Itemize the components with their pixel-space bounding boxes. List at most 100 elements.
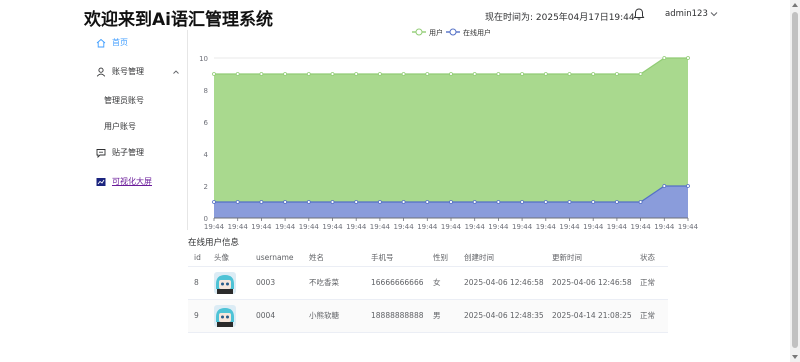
column-header: id	[188, 249, 208, 267]
data-point	[520, 72, 525, 76]
column-header: 头像	[208, 249, 250, 267]
x-tick-label: 19:44	[346, 223, 367, 231]
sidebar-item-dashboard[interactable]: 可视化大屏	[96, 176, 152, 187]
avatar	[214, 271, 236, 294]
area-chart: 用户 在线用户 0246810 19:44 19:44 19:44 19:44 19:44…	[199, 28, 699, 231]
sidebar-item-admin-accounts[interactable]: 管理员账号	[104, 95, 144, 106]
data-point	[472, 72, 477, 76]
scrollbar-thumb[interactable]	[792, 12, 798, 348]
data-point	[425, 72, 430, 76]
chevron-up-icon[interactable]	[172, 68, 180, 76]
data-point	[235, 200, 240, 204]
cell-created: 2025-04-06 12:46:58	[458, 266, 546, 300]
table-row: 9 0004 小熊软糖 18888888888 男 2025-04-06 12:…	[188, 299, 668, 333]
chart-axis: 19:44 19:44 19:44 19:44 19:44 19:44 19:44 19:44…	[204, 217, 699, 231]
online-users-table: id 头像 username 姓名 手机号 性别 创建时间 更新时间 状态 8	[188, 249, 668, 333]
cell-id: 9	[188, 299, 208, 333]
data-point	[614, 200, 619, 204]
column-header: 手机号	[365, 249, 427, 267]
cell-updated: 2025-04-14 21:08:25	[546, 299, 634, 333]
x-tick-label: 19:44	[607, 223, 628, 231]
sidebar-item-user-accounts[interactable]: 用户账号	[104, 121, 136, 132]
data-point	[638, 72, 643, 76]
user-menu[interactable]: admin123	[665, 9, 718, 19]
cell-name: 小熊软糖	[303, 299, 365, 333]
chevron-down-icon	[710, 12, 718, 17]
sidebar-item-label: 首页	[112, 38, 128, 47]
x-tick-label: 19:44	[583, 223, 604, 231]
series-area	[214, 58, 688, 218]
x-tick-label: 19:44	[631, 223, 652, 231]
sidebar-item-label: 可视化大屏	[112, 177, 152, 186]
x-tick-label: 19:44	[204, 223, 225, 231]
data-point	[543, 72, 548, 76]
data-point	[496, 72, 501, 76]
data-point	[235, 72, 240, 76]
data-point	[567, 200, 572, 204]
column-header: 状态	[634, 249, 668, 267]
y-tick-label: 4	[204, 151, 209, 159]
data-point	[449, 72, 453, 76]
data-point	[591, 72, 596, 76]
scroll-down-arrow-icon[interactable]	[792, 355, 798, 359]
cell-updated: 2025-04-06 12:46:58	[546, 266, 634, 300]
data-point	[543, 200, 548, 204]
series-line	[214, 57, 688, 75]
online-users-title: 在线用户信息	[188, 238, 240, 248]
y-tick-label: 10	[199, 55, 208, 63]
y-tick-label: 2	[204, 183, 208, 191]
home-icon	[96, 38, 106, 47]
cell-name: 不吃香菜	[303, 266, 365, 300]
column-header: 性别	[427, 249, 458, 267]
y-tick-label: 0	[204, 215, 208, 223]
data-point	[259, 72, 264, 76]
username: admin123	[665, 9, 708, 19]
legend-marker	[415, 28, 423, 36]
column-header: 姓名	[303, 249, 365, 267]
legend-label: 用户	[429, 28, 443, 37]
data-point	[496, 200, 501, 204]
scroll-up-arrow-icon[interactable]	[792, 3, 798, 7]
message-icon	[96, 148, 106, 158]
cell-gender: 女	[427, 266, 458, 300]
sidebar: 首页 账号管理 管理员账号 用户账号 贴子管理 可视化大屏	[84, 30, 188, 230]
cell-username: 0003	[250, 266, 303, 300]
x-tick-label: 19:44	[465, 223, 486, 231]
data-point	[330, 72, 335, 76]
data-point	[662, 184, 667, 188]
x-tick-label: 19:44	[370, 223, 391, 231]
x-tick-label: 19:44	[322, 223, 343, 231]
x-tick-label: 19:44	[299, 223, 320, 231]
page-scrollbar[interactable]	[790, 0, 800, 362]
table-row: 8 0003 不吃香菜 16666666666 女 2025-04-06 12:…	[188, 266, 668, 300]
cell-username: 0004	[250, 299, 303, 333]
data-point	[401, 72, 406, 76]
cell-avatar	[208, 266, 250, 300]
user-chart: 用户 在线用户 0 2 4 6 8 10 19:44 19:44 19:44 19:44 19:44…	[190, 22, 710, 234]
sidebar-item-home[interactable]: 首页	[96, 37, 128, 48]
y-tick-label: 6	[204, 119, 209, 127]
data-point	[283, 72, 287, 76]
legend-label: 在线用户	[463, 28, 491, 37]
x-tick-label: 19:44	[228, 223, 249, 231]
table-header-row: id 头像 username 姓名 手机号 性别 创建时间 更新时间 状态	[188, 249, 668, 267]
sidebar-item-account[interactable]: 账号管理	[96, 66, 144, 77]
column-header: username	[250, 249, 303, 267]
data-point	[686, 184, 690, 188]
bell-icon[interactable]	[632, 7, 646, 21]
data-point	[401, 200, 406, 204]
data-point	[686, 56, 690, 60]
column-header: 更新时间	[546, 249, 634, 267]
sidebar-item-posts[interactable]: 贴子管理	[96, 147, 144, 158]
chart-legend: 用户 在线用户	[412, 28, 491, 37]
cell-created: 2025-04-06 12:48:35	[458, 299, 546, 333]
x-tick-label: 19:44	[441, 223, 462, 231]
cell-status: 正常	[634, 266, 668, 300]
data-point	[567, 72, 572, 76]
cell-gender: 男	[427, 299, 458, 333]
user-icon	[96, 67, 106, 77]
data-point	[591, 200, 596, 204]
data-point	[212, 72, 216, 76]
x-tick-label: 19:44	[488, 223, 509, 231]
chart-areas	[212, 56, 690, 218]
